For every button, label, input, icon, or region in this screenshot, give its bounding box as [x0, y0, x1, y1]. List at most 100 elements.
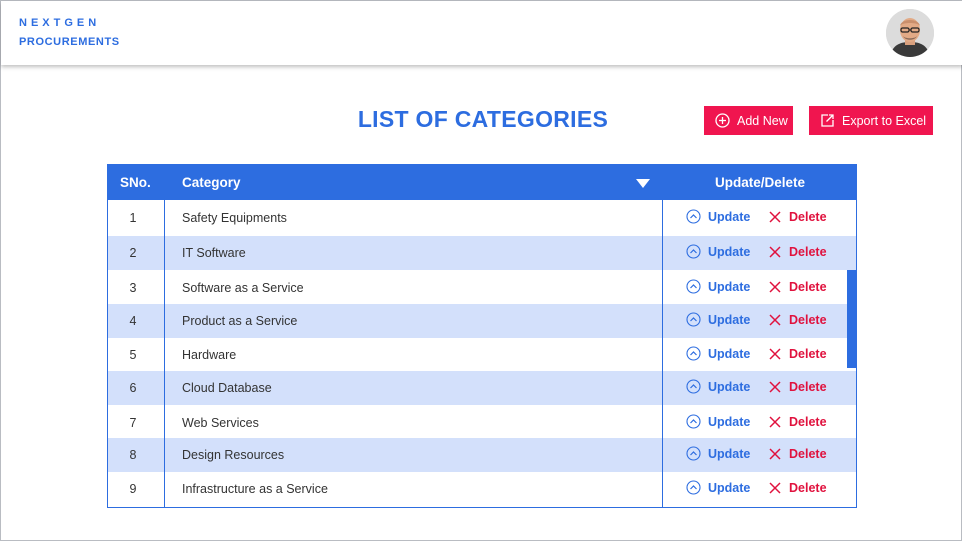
x-icon	[769, 246, 781, 258]
chevron-up-circle-icon	[686, 312, 701, 327]
delete-label: Delete	[789, 481, 827, 495]
delete-label: Delete	[789, 245, 827, 259]
update-button[interactable]: Update	[686, 414, 750, 429]
table-row: 9 Infrastructure as a Service Update Delete	[108, 472, 856, 506]
delete-label: Delete	[789, 380, 827, 394]
x-icon	[769, 381, 781, 393]
update-button[interactable]: Update	[686, 379, 750, 394]
column-divider	[662, 200, 663, 507]
row-sno: 6	[129, 381, 137, 395]
brand-name: NEXTGEN	[19, 17, 101, 29]
row-category: Hardware	[182, 348, 237, 362]
export-to-excel-button[interactable]: Export to Excel	[809, 106, 933, 135]
row-sno: 8	[129, 448, 137, 462]
update-button[interactable]: Update	[686, 480, 750, 495]
update-label: Update	[708, 379, 751, 394]
table-scrollbar[interactable]	[847, 270, 856, 368]
table-row: 3 Software as a Service Update Delete	[108, 271, 856, 305]
delete-label: Delete	[789, 280, 827, 294]
update-label: Update	[708, 480, 751, 495]
brand-subtitle: PROCUREMENTS	[19, 36, 120, 48]
x-icon	[769, 348, 781, 360]
update-label: Update	[708, 312, 751, 327]
page-title: LIST OF CATEGORIES	[357, 106, 609, 132]
delete-label: Delete	[789, 415, 827, 429]
delete-button[interactable]: Delete	[769, 245, 827, 259]
update-label: Update	[708, 414, 751, 429]
row-sno: 2	[129, 246, 137, 260]
delete-button[interactable]: Delete	[769, 415, 827, 429]
table-header: SNo. Category Update/Delete	[108, 165, 856, 200]
x-icon	[769, 482, 781, 494]
table-row: 5 Hardware Update Delete	[108, 338, 856, 372]
table-row: 6 Cloud Database Update Delete	[108, 371, 856, 405]
row-sno: 7	[129, 416, 137, 430]
add-new-label: Add New	[737, 113, 788, 128]
delete-button[interactable]: Delete	[769, 447, 827, 461]
chevron-up-circle-icon	[686, 480, 701, 495]
row-category: IT Software	[182, 246, 246, 260]
delete-button[interactable]: Delete	[769, 347, 827, 361]
row-sno: 4	[129, 314, 137, 328]
table-row: 8 Design Resources Update Delete	[108, 438, 856, 472]
triangle-down-icon[interactable]	[636, 179, 650, 188]
row-category: Software as a Service	[182, 281, 304, 295]
chevron-up-circle-icon	[686, 279, 701, 294]
row-sno: 5	[129, 348, 137, 362]
user-avatar[interactable]	[886, 9, 934, 57]
x-icon	[769, 448, 781, 460]
chevron-up-circle-icon	[686, 379, 701, 394]
update-label: Update	[708, 244, 751, 259]
update-button[interactable]: Update	[686, 209, 750, 224]
top-bar: NEXTGEN PROCUREMENTS	[1, 1, 962, 65]
update-label: Update	[708, 346, 751, 361]
delete-button[interactable]: Delete	[769, 380, 827, 394]
update-button[interactable]: Update	[686, 446, 750, 461]
row-category: Web Services	[182, 416, 259, 430]
update-label: Update	[708, 209, 751, 224]
x-icon	[769, 314, 781, 326]
chevron-up-circle-icon	[686, 414, 701, 429]
app-frame: NEXTGEN PROCUREMENTS LIST OF CATEGORIES …	[0, 0, 962, 541]
row-category: Product as a Service	[182, 314, 298, 328]
row-sno: 1	[129, 211, 137, 225]
delete-button[interactable]: Delete	[769, 481, 827, 495]
delete-button[interactable]: Delete	[769, 280, 827, 294]
chevron-up-circle-icon	[686, 209, 701, 224]
column-divider	[164, 200, 165, 507]
table-row: 2 IT Software Update Delete	[108, 236, 856, 270]
delete-button[interactable]: Delete	[769, 210, 827, 224]
row-category: Infrastructure as a Service	[182, 482, 328, 496]
table-row: 1 Safety Equipments Update Delete	[108, 201, 856, 235]
update-button[interactable]: Update	[686, 279, 750, 294]
x-icon	[769, 211, 781, 223]
table-row: 7 Web Services Update Delete	[108, 406, 856, 440]
delete-label: Delete	[789, 210, 827, 224]
update-button[interactable]: Update	[686, 244, 750, 259]
row-sno: 9	[129, 482, 137, 496]
plus-circle-icon	[715, 113, 730, 128]
add-new-button[interactable]: Add New	[704, 106, 793, 135]
categories-table: SNo. Category Update/Delete 1 Safety Equi…	[107, 164, 857, 508]
delete-label: Delete	[789, 313, 827, 327]
delete-button[interactable]: Delete	[769, 313, 827, 327]
row-category: Design Resources	[182, 448, 285, 462]
table-row: 4 Product as a Service Update Delete	[108, 304, 856, 338]
row-category: Safety Equipments	[182, 211, 287, 225]
column-header-category[interactable]: Category	[182, 175, 241, 190]
delete-label: Delete	[789, 347, 827, 361]
update-button[interactable]: Update	[686, 346, 750, 361]
x-icon	[769, 416, 781, 428]
chevron-up-circle-icon	[686, 446, 701, 461]
update-button[interactable]: Update	[686, 312, 750, 327]
chevron-up-circle-icon	[686, 244, 701, 259]
row-sno: 3	[129, 281, 137, 295]
chevron-up-circle-icon	[686, 346, 701, 361]
update-label: Update	[708, 446, 751, 461]
delete-label: Delete	[789, 447, 827, 461]
export-label: Export to Excel	[842, 113, 927, 128]
x-icon	[769, 281, 781, 293]
column-header-sno: SNo.	[120, 175, 151, 190]
export-icon	[821, 114, 834, 127]
column-header-actions: Update/Delete	[714, 175, 806, 190]
